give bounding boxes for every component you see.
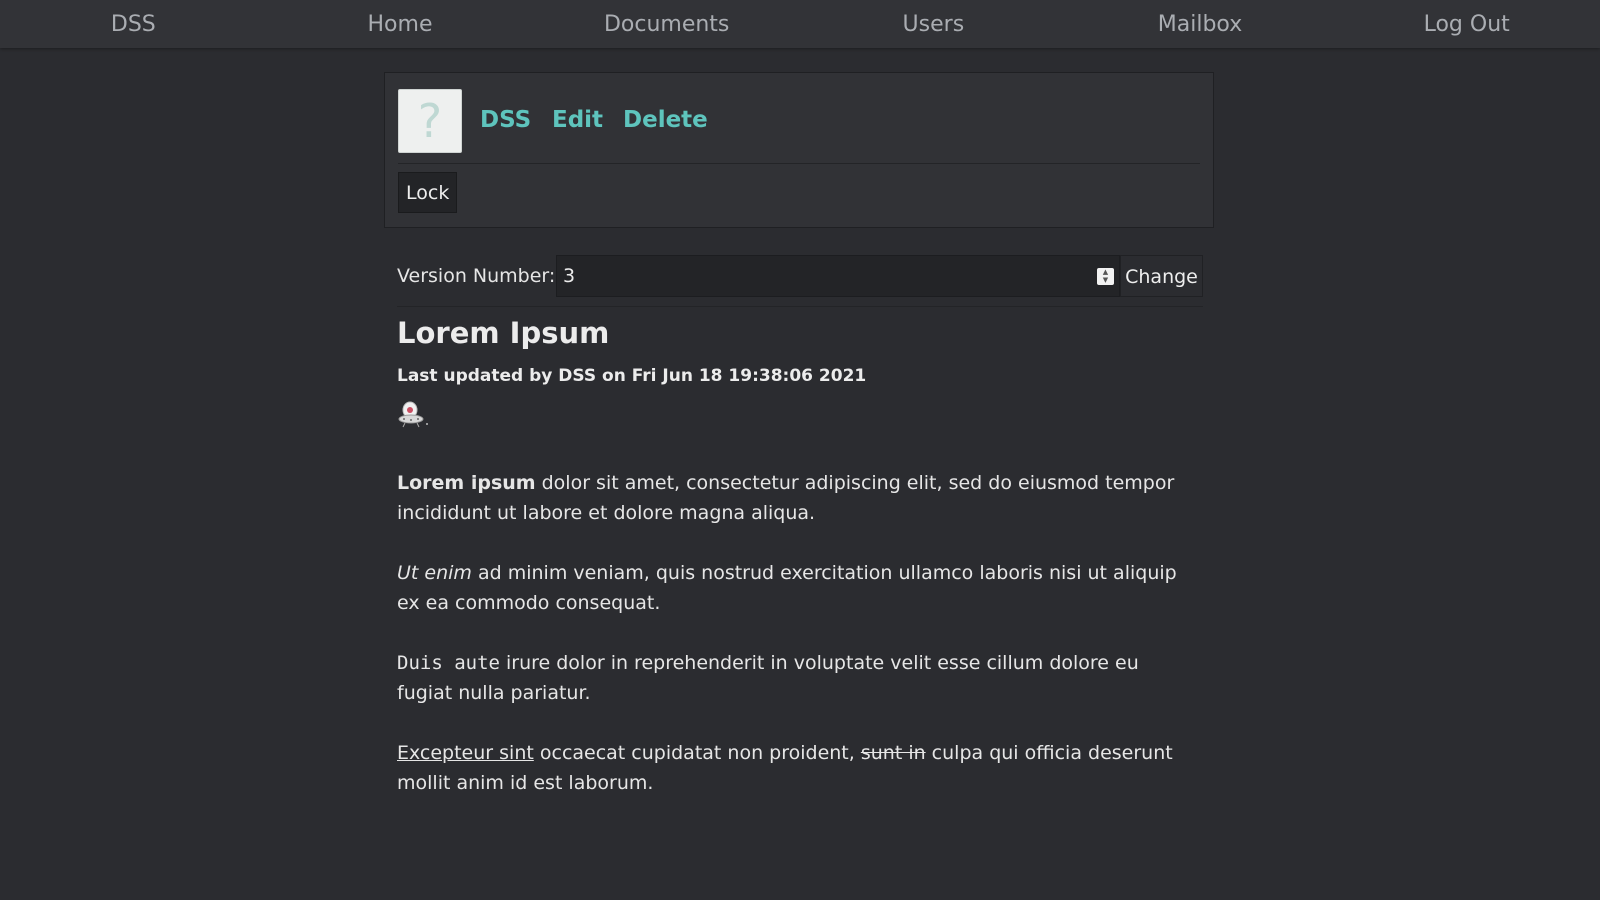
paragraph-text: irure dolor in reprehenderit in voluptat… <box>397 652 1139 704</box>
nav-item-dss[interactable]: DSS <box>0 12 267 37</box>
paragraph-4: Excepteur sint occaecat cupidatat non pr… <box>397 738 1197 798</box>
paragraph-text: occaecat cupidatat non proident, <box>533 742 861 764</box>
code-text: Duis aute <box>397 652 500 674</box>
strikethrough-text: sunt in <box>860 742 926 764</box>
nav-item-users[interactable]: Users <box>800 12 1067 37</box>
version-row: Version Number: ▲▼ Change <box>397 255 1203 297</box>
delete-link[interactable]: Delete <box>623 107 708 133</box>
top-navbar: DSS Home Documents Users Mailbox Log Out <box>0 0 1600 48</box>
card-divider <box>398 163 1200 164</box>
nav-item-mailbox[interactable]: Mailbox <box>1067 12 1334 37</box>
number-spinner-icon[interactable]: ▲ ▼ <box>1097 268 1114 285</box>
question-mark-icon: ? <box>398 89 462 153</box>
document-card: ? DSS Edit Delete Lock <box>384 72 1214 228</box>
edit-link[interactable]: Edit <box>552 107 603 133</box>
nav-item-log-out[interactable]: Log Out <box>1333 12 1600 37</box>
change-version-button[interactable]: Change <box>1120 255 1203 297</box>
paragraph-3: Duis aute irure dolor in reprehenderit i… <box>397 648 1197 708</box>
version-label: Version Number: <box>397 265 556 287</box>
paragraph-1: Lorem ipsum dolor sit amet, consectetur … <box>397 468 1197 528</box>
section-divider <box>397 306 1203 307</box>
ufo-icon <box>398 401 428 428</box>
document-title: Lorem Ipsum <box>397 316 610 350</box>
underlined-text: Excepteur sint <box>397 742 534 764</box>
document-content: Lorem ipsum dolor sit amet, consectetur … <box>397 468 1197 828</box>
nav-item-documents[interactable]: Documents <box>533 12 800 37</box>
nav-item-home[interactable]: Home <box>267 12 534 37</box>
bold-text: Lorem ipsum <box>397 472 536 494</box>
version-number-input[interactable] <box>556 255 1120 297</box>
paragraph-text: ad minim veniam, quis nostrud exercitati… <box>397 562 1177 614</box>
last-updated-text: Last updated by DSS on Fri Jun 18 19:38:… <box>397 366 867 386</box>
owner-link[interactable]: DSS <box>480 107 531 133</box>
paragraph-2: Ut enim ad minim veniam, quis nostrud ex… <box>397 558 1197 618</box>
italic-text: Ut enim <box>397 562 472 584</box>
lock-button[interactable]: Lock <box>398 172 458 213</box>
